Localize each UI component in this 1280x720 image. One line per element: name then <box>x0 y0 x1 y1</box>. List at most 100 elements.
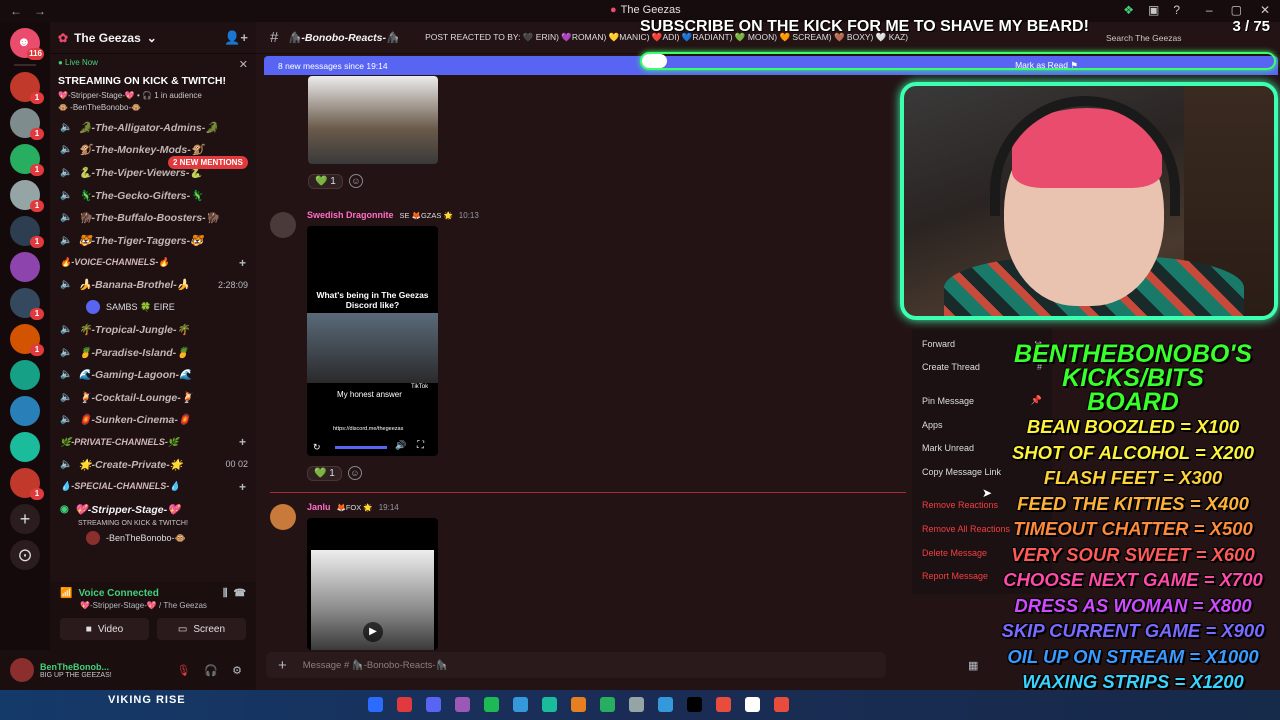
taskbar-app-icon[interactable] <box>484 697 499 712</box>
author-name[interactable]: Swedish Dragonnite <box>307 210 394 220</box>
taskbar-app-icon[interactable] <box>368 697 383 712</box>
back-arrow-icon[interactable]: ← <box>10 4 22 18</box>
channel-name: 💖-Stripper-Stage-💖 <box>74 503 181 516</box>
seek-bar[interactable] <box>335 446 387 449</box>
taskbar-app-icon[interactable] <box>426 697 441 712</box>
minimize-button[interactable]: – <box>1206 3 1213 17</box>
fullscreen-icon[interactable]: ⛶ <box>417 440 424 451</box>
add-reaction-icon[interactable]: ☺ <box>347 466 362 480</box>
add-channel-icon[interactable]: + <box>239 480 246 494</box>
add-server-button[interactable]: + <box>10 504 40 534</box>
video-attachment[interactable]: ▶ <box>307 518 438 650</box>
channel-item[interactable]: 🔈 🍍-Paradise-Island-🍍 <box>50 341 256 364</box>
inbox-icon[interactable]: ▣ <box>1148 3 1159 17</box>
discover-button[interactable]: ⊙ <box>10 540 40 570</box>
home-button[interactable]: ☻ 116 <box>10 28 44 60</box>
server-icon[interactable] <box>10 360 40 390</box>
new-mentions-badge[interactable]: 2 NEW MENTIONS <box>168 156 248 169</box>
voice-panel: 📶 Voice Connected ⫼ ☎ 💖-Stripper-Stage-💖… <box>50 582 256 650</box>
category-voice[interactable]: 🔥-VOICE-CHANNELS-🔥 + <box>50 252 256 274</box>
server-icon[interactable]: 1 <box>10 180 44 212</box>
timestamp: 10:13 <box>458 210 479 220</box>
taskbar-app-icon[interactable] <box>774 697 789 712</box>
add-reaction-icon[interactable]: ☺ <box>348 174 363 188</box>
taskbar-app-icon[interactable] <box>716 697 731 712</box>
taskbar-app-icon[interactable] <box>397 697 412 712</box>
live-card[interactable]: ● Live Now ✕ STREAMING ON KICK & TWITCH!… <box>50 54 256 116</box>
mute-icon[interactable]: 🎙 <box>176 664 190 677</box>
server-icon[interactable]: 1 <box>10 288 44 320</box>
channel-item[interactable]: 🔈 🦎-The-Gecko-Gifters-🦎 <box>50 184 256 207</box>
channel-item[interactable]: 🔈 🐯-The-Tiger-Taggers-🐯 <box>50 229 256 252</box>
server-badge: 1 <box>30 236 44 248</box>
play-icon[interactable]: ▶ <box>363 622 383 642</box>
taskbar-app-icon[interactable] <box>745 697 760 712</box>
server-icon[interactable]: 1 <box>10 144 44 176</box>
noise-suppression-icon[interactable]: ⫼ <box>223 588 228 599</box>
stage-member[interactable]: -BenTheBonobo-🐵 <box>50 527 256 549</box>
invite-icon[interactable]: 👤+ <box>224 30 248 46</box>
channel-item[interactable]: 🔈 🏮-Sunken-Cinema-🏮 <box>50 409 256 432</box>
volume-icon[interactable]: 🔊 <box>395 440 406 451</box>
channel-item[interactable]: 🔈 🐊-The-Alligator-Admins-🐊 <box>50 116 256 139</box>
deafen-icon[interactable]: 🎧 <box>204 664 218 677</box>
taskbar-app-icon[interactable] <box>571 697 586 712</box>
replay-icon[interactable]: ↻ <box>313 442 321 453</box>
reaction-heart[interactable]: 💚 1 <box>308 173 343 189</box>
voice-member[interactable]: SAMBS 🍀 EIRE <box>50 296 256 318</box>
channel-item[interactable]: 🔈 🌴-Tropical-Jungle-🌴 <box>50 318 256 341</box>
channel-item[interactable]: 🔈 🦬-The-Buffalo-Boosters-🦬 <box>50 206 256 229</box>
taskbar-app-icon[interactable] <box>658 697 673 712</box>
screen-share-button[interactable]: ▭ Screen <box>157 618 246 640</box>
headset-icon <box>990 96 1180 216</box>
server-icon[interactable] <box>10 252 40 282</box>
tiktok-video[interactable]: What's being in The Geezas Discord like?… <box>307 226 438 456</box>
reaction-heart[interactable]: 💚 1 <box>307 465 342 481</box>
taskbar-app-icon[interactable] <box>542 697 557 712</box>
close-icon[interactable]: ✕ <box>239 58 248 71</box>
menu-item-label: Create Thread <box>922 362 980 373</box>
channel-item[interactable]: 🔈 🍌-Banana-Brothel-🍌 2:28:09 <box>50 274 256 297</box>
server-icon[interactable]: 1 <box>10 108 44 140</box>
message-input[interactable]: Message # 🦍-Bonobo-Reacts-🦍 <box>303 660 448 671</box>
avatar[interactable] <box>270 504 296 530</box>
taskbar-app-icon[interactable] <box>513 697 528 712</box>
channel-stripper-stage[interactable]: ◉ 💖-Stripper-Stage-💖 <box>50 498 256 521</box>
server-icon[interactable] <box>10 432 40 462</box>
channel-item[interactable]: 🔈 🌊-Gaming-Lagoon-🌊 <box>50 363 256 386</box>
server-icon[interactable]: 1 <box>10 468 44 500</box>
avatar[interactable] <box>270 212 296 238</box>
gift-icon[interactable]: ▦ <box>968 659 978 672</box>
server-icon[interactable]: 1 <box>10 324 44 356</box>
live-user: 🐵 -BenTheBonobo-🐵 <box>58 103 142 112</box>
taskbar-app-icon[interactable] <box>455 697 470 712</box>
maximize-button[interactable]: ▢ <box>1231 3 1242 17</box>
taskbar-app-icon[interactable] <box>629 697 644 712</box>
close-button[interactable]: ✕ <box>1260 3 1270 17</box>
guild-header[interactable]: ✿ The Geezas ⌄ 👤+ <box>50 22 256 54</box>
add-channel-icon[interactable]: + <box>239 256 246 270</box>
nitro-icon[interactable]: ❖ <box>1123 3 1134 17</box>
help-icon[interactable]: ? <box>1173 3 1180 17</box>
server-icon[interactable]: 1 <box>10 72 44 104</box>
author-name[interactable]: Janlu <box>307 502 331 512</box>
message-composer[interactable]: + Message # 🦍-Bonobo-Reacts-🦍 ▦ <box>266 652 978 678</box>
add-attachment-icon[interactable]: + <box>278 657 287 674</box>
disconnect-icon[interactable]: ☎ <box>234 588 246 599</box>
server-icon[interactable]: 1 <box>10 216 44 248</box>
add-channel-icon[interactable]: + <box>239 435 246 449</box>
category-special[interactable]: 💧-SPECIAL-CHANNELS-💧 + <box>50 476 256 498</box>
speaker-icon: 🔈 <box>60 323 73 335</box>
channel-item[interactable]: 🔈 🍹-Cocktail-Lounge-🍹 <box>50 386 256 409</box>
server-rail: ☻ 116 1 1 1 1 1 1 1 1 + ⊙ <box>0 22 50 690</box>
user-avatar[interactable] <box>10 658 34 682</box>
video-button[interactable]: ■ Video <box>60 618 149 640</box>
forward-arrow-icon[interactable]: → <box>34 4 46 18</box>
category-private[interactable]: 🌿-PRIVATE-CHANNELS-🌿 + <box>50 431 256 453</box>
taskbar-app-icon[interactable] <box>600 697 615 712</box>
channel-create-private[interactable]: 🔈 🌟-Create-Private-🌟 00 02 <box>50 453 256 476</box>
server-icon[interactable] <box>10 396 40 426</box>
taskbar-app-icon[interactable] <box>687 697 702 712</box>
settings-gear-icon[interactable]: ⚙ <box>232 664 242 677</box>
video-attachment[interactable] <box>308 76 438 164</box>
